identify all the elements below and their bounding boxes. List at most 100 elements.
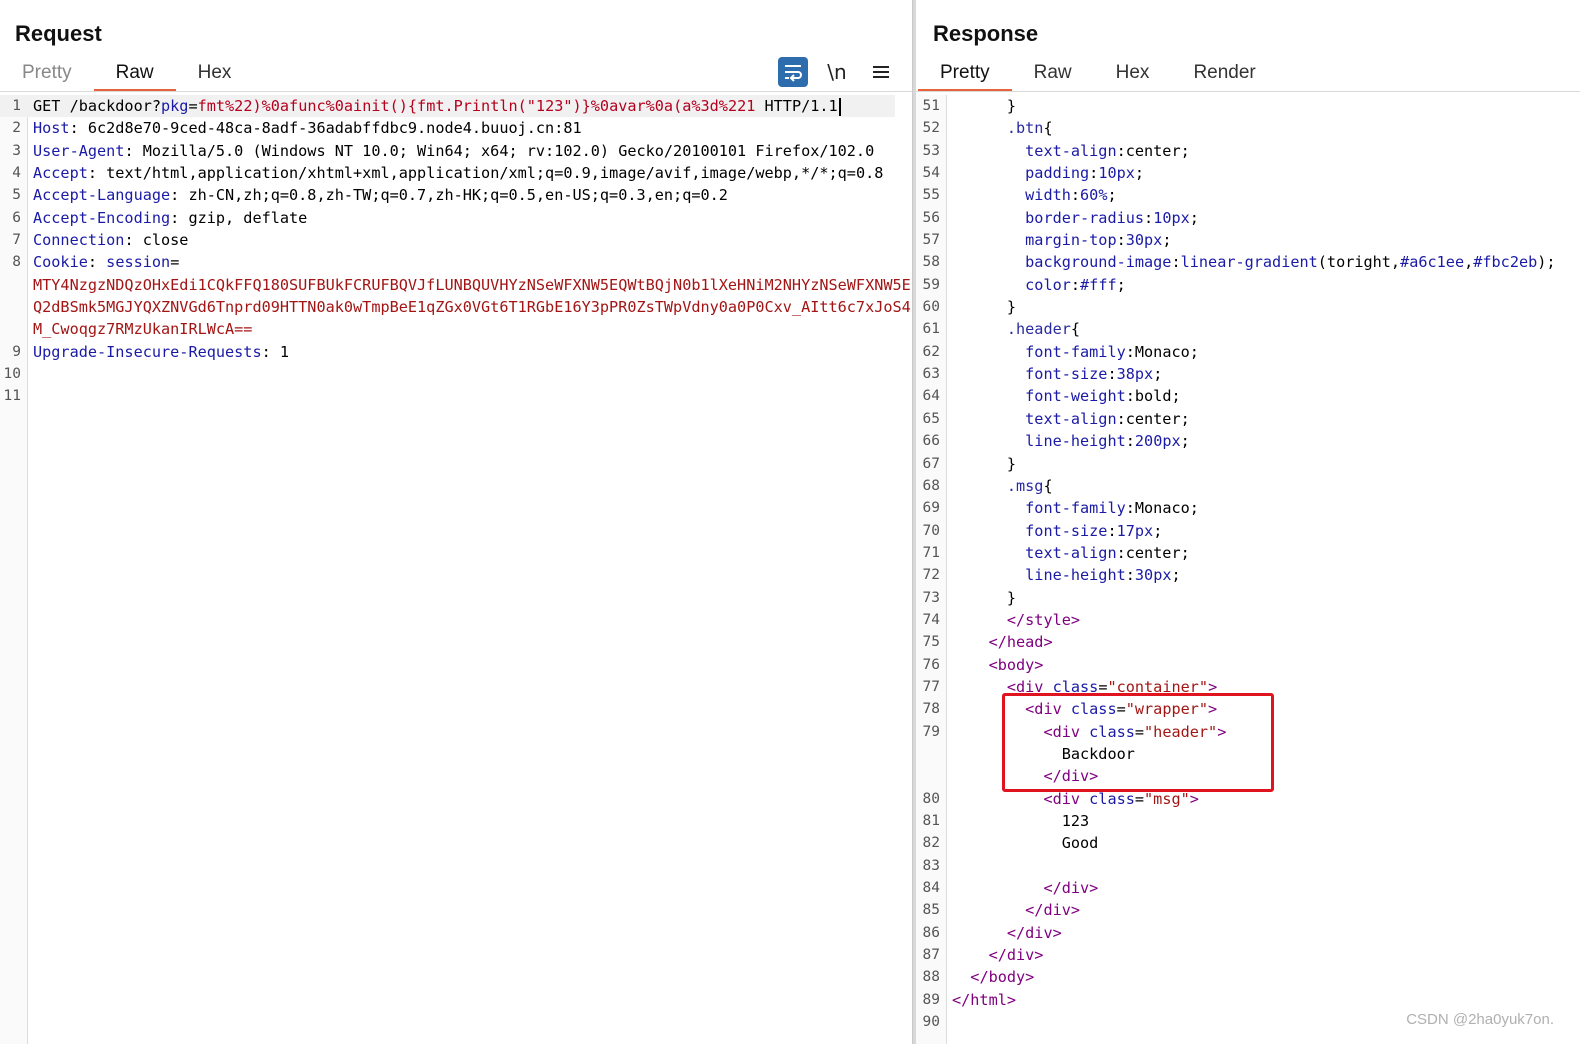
code-token: <div [1043,789,1090,808]
code-token: : [1116,231,1126,250]
code-token: 30px [1125,231,1163,250]
code-line: 55 width:60%; [916,184,1580,206]
tabs-separator [0,91,912,92]
line-number: 7 [12,232,21,249]
code-token: 17px [1116,521,1154,540]
code-token: class [1089,789,1135,808]
line-code: </head> [952,631,1053,653]
line-code: Accept-Language: zh-CN,zh;q=0.8,zh-TW;q=… [33,184,728,206]
code-token: ; [1171,566,1181,585]
code-line: MTY4NzgzNDQzOHxEdi1CQkFFQ180SUFBUkFCRUFB… [0,274,912,296]
tab-hex[interactable]: Hex [176,56,254,92]
tab-pretty[interactable]: Pretty [0,56,94,92]
code-token: Q2dBSmk5MGJYQXZNVGd6Tnprd09HTTN0ak0wTmpB… [33,298,911,317]
line-number: 60 [922,299,940,316]
newline-toggle-icon[interactable]: \n [822,57,852,87]
hamburger-menu-icon[interactable] [866,57,896,87]
line-number: 69 [922,500,940,517]
code-token: { [1043,119,1053,138]
code-token: { [1070,320,1081,339]
line-code: </div> [952,922,1062,944]
line-number: 57 [922,232,940,249]
code-token: ; [1153,521,1163,540]
line-number: 55 [922,187,940,204]
code-token: M_Cwoqgz7RMzUkanIRLWcA== [33,320,253,339]
code-line: 70 font-size:17px; [916,520,1580,542]
code-token: border-radius [1025,208,1145,227]
code-line: 62 font-family:Monaco; [916,341,1580,363]
code-token: = [1116,700,1126,719]
code-line: 79 <div class="header"> [916,721,1580,743]
tab-hex[interactable]: Hex [1094,56,1172,92]
line-number: 67 [922,455,940,472]
line-number: 89 [922,991,940,1008]
request-editor[interactable]: 1 GET /backdoor?pkg=fmt%22)%0afunc%0ainit… [0,95,912,1044]
line-number: 90 [922,1014,940,1031]
code-token: GET /backdoor? [33,97,162,115]
line-code: } [952,296,1016,318]
code-token: text-align [1025,543,1117,562]
code-line: 60 } [916,296,1580,318]
line-code: Accept-Encoding: gzip, deflate [33,207,307,229]
code-token: } [952,97,1017,115]
tab-raw[interactable]: Raw [93,56,176,92]
line-code: font-weight:bold; [952,385,1181,407]
code-line: 6 Accept-Encoding: gzip, deflate [0,207,912,229]
code-token: } [952,298,1017,317]
code-token: </html> [952,990,1017,1009]
line-number: 80 [922,790,940,807]
tab-render[interactable]: Render [1171,56,1277,92]
code-token: fmt%22)%0afunc%0ainit(){fmt.Println("123… [197,97,756,115]
code-line: 73 } [916,587,1580,609]
code-token: = [170,253,180,272]
code-token: : [1107,521,1117,540]
line-code: 123 [952,810,1089,832]
code-token: :bold; [1125,387,1181,406]
code-line: 51 } [916,95,1580,117]
code-line: 64 font-weight:bold; [916,385,1580,407]
line-code: Host: 6c2d8e70-9ced-48ca-8adf-36adabffdb… [33,117,582,139]
response-editor[interactable]: 51 } 52 .btn{53 text-align:center; 54 padd… [916,95,1580,1044]
code-token: "wrapper" [1125,700,1209,719]
code-token: : zh-CN,zh;q=0.8,zh-TW;q=0.7,zh-HK;q=0.5… [170,186,728,205]
code-token: ; [1107,186,1117,205]
wrap-lines-icon[interactable] [778,57,808,87]
code-token: ; [1134,164,1145,183]
code-token: 10px [1153,208,1190,227]
code-token: User-Agent [33,141,125,160]
line-number: 61 [922,321,940,338]
code-line: 77 <div class="container"> [916,676,1580,698]
line-code: User-Agent: Mozilla/5.0 (Windows NT 10.0… [33,140,874,162]
code-token: </div> [988,946,1044,965]
line-number: 87 [922,947,940,964]
code-token: "container" [1107,677,1209,696]
tab-raw[interactable]: Raw [1012,56,1094,92]
response-title: Response [933,21,1039,46]
code-token: > [1189,789,1199,808]
code-token: : 1 [261,342,290,361]
line-number: 3 [12,142,21,159]
code-line: 75 </head> [916,631,1580,653]
code-token: MTY4NzgzNDQzOHxEdi1CQkFFQ180SUFBUkFCRUFB… [33,275,911,294]
line-number: 11 [3,388,21,405]
code-line: 58 background-image:linear-gradient(tori… [916,251,1580,273]
line-code: font-size:17px; [952,520,1162,542]
code-line: 86 </div> [916,922,1580,944]
tab-pretty[interactable]: Pretty [918,56,1012,92]
line-number: 5 [12,187,21,204]
line-number: 71 [922,544,940,561]
code-token: Host [33,119,70,138]
code-line: 89 </html> [916,989,1580,1011]
code-token: text-align [1025,409,1117,428]
code-token: Cookie [33,253,88,272]
line-number: 54 [922,165,940,182]
line-number: 52 [922,120,940,137]
code-token: 30px [1134,566,1172,585]
